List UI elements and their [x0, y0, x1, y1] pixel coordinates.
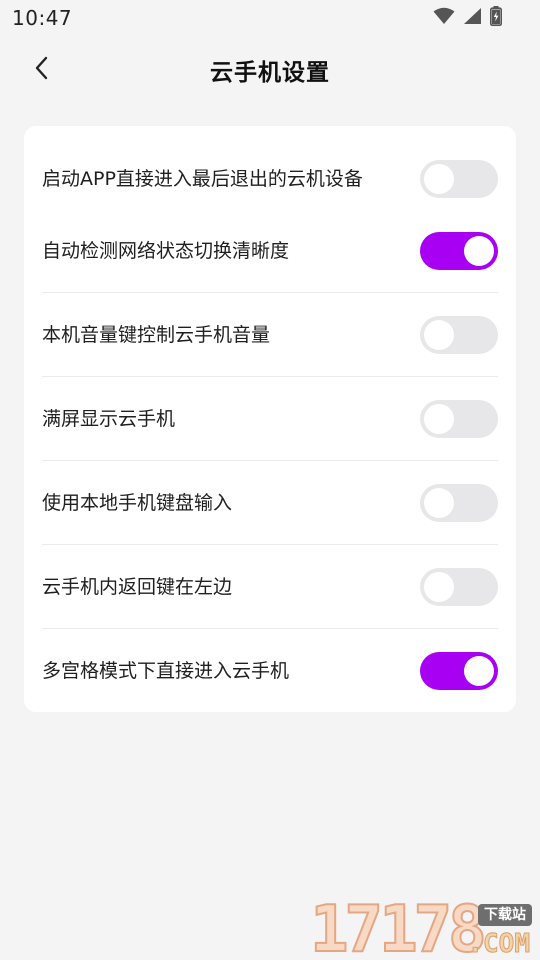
setting-row-auto-resume-last-device: 启动APP直接进入最后退出的云机设备 [42, 144, 498, 214]
divider [42, 544, 498, 545]
divider [42, 628, 498, 629]
toggle-knob [424, 488, 454, 518]
toggle-auto-resume-last-device[interactable] [420, 160, 498, 198]
site-watermark-logo: 17178 下载站 .COM [309, 893, 536, 960]
setting-row-auto-switch-quality: 自动检测网络状态切换清晰度 [42, 224, 498, 278]
watermark-suffix: .COM [467, 929, 531, 959]
back-button[interactable] [26, 54, 58, 86]
toggle-back-key-left[interactable] [420, 568, 498, 606]
toggle-fullscreen[interactable] [420, 400, 498, 438]
battery-charging-icon [490, 6, 502, 30]
setting-label: 多宫格模式下直接进入云手机 [42, 659, 290, 682]
wifi-icon [433, 7, 455, 29]
settings-screen: 10:47 云手机设置 启动APP直接进入最后退出的云机设备 自动检测网络状态切… [0, 0, 540, 960]
toggle-knob [424, 320, 454, 350]
toggle-local-keyboard[interactable] [420, 484, 498, 522]
status-bar: 10:47 [0, 0, 540, 36]
status-time: 10:47 [12, 6, 73, 30]
setting-row-volume-keys: 本机音量键控制云手机音量 [42, 308, 498, 362]
divider [42, 460, 498, 461]
divider [42, 292, 498, 293]
toggle-knob [424, 164, 454, 194]
title-bar: 云手机设置 [0, 42, 540, 98]
status-icons [433, 6, 502, 30]
settings-card: 启动APP直接进入最后退出的云机设备 自动检测网络状态切换清晰度 本机音量键控制… [24, 126, 516, 712]
setting-row-multi-grid-direct: 多宫格模式下直接进入云手机 [42, 644, 498, 698]
toggle-knob [424, 572, 454, 602]
toggle-multi-grid-direct[interactable] [420, 652, 498, 690]
setting-row-local-keyboard: 使用本地手机键盘输入 [42, 476, 498, 530]
setting-label: 启动APP直接进入最后退出的云机设备 [42, 167, 363, 190]
setting-label: 使用本地手机键盘输入 [42, 491, 233, 514]
setting-row-fullscreen: 满屏显示云手机 [42, 392, 498, 446]
toggle-volume-keys[interactable] [420, 316, 498, 354]
setting-label: 云手机内返回键在左边 [42, 575, 233, 598]
toggle-knob [424, 404, 454, 434]
setting-label: 自动检测网络状态切换清晰度 [42, 239, 290, 262]
divider [42, 376, 498, 377]
chevron-left-icon [34, 56, 50, 84]
toggle-knob [464, 656, 494, 686]
cellular-signal-icon [463, 7, 482, 29]
watermark-badge: 下载站 [478, 904, 532, 926]
watermark-digits: 17178 [309, 893, 488, 960]
page-title: 云手机设置 [210, 60, 330, 86]
setting-label: 满屏显示云手机 [42, 407, 176, 430]
setting-label: 本机音量键控制云手机音量 [42, 323, 271, 346]
toggle-auto-switch-quality[interactable] [420, 232, 498, 270]
toggle-knob [464, 236, 494, 266]
setting-row-back-key-left: 云手机内返回键在左边 [42, 560, 498, 614]
